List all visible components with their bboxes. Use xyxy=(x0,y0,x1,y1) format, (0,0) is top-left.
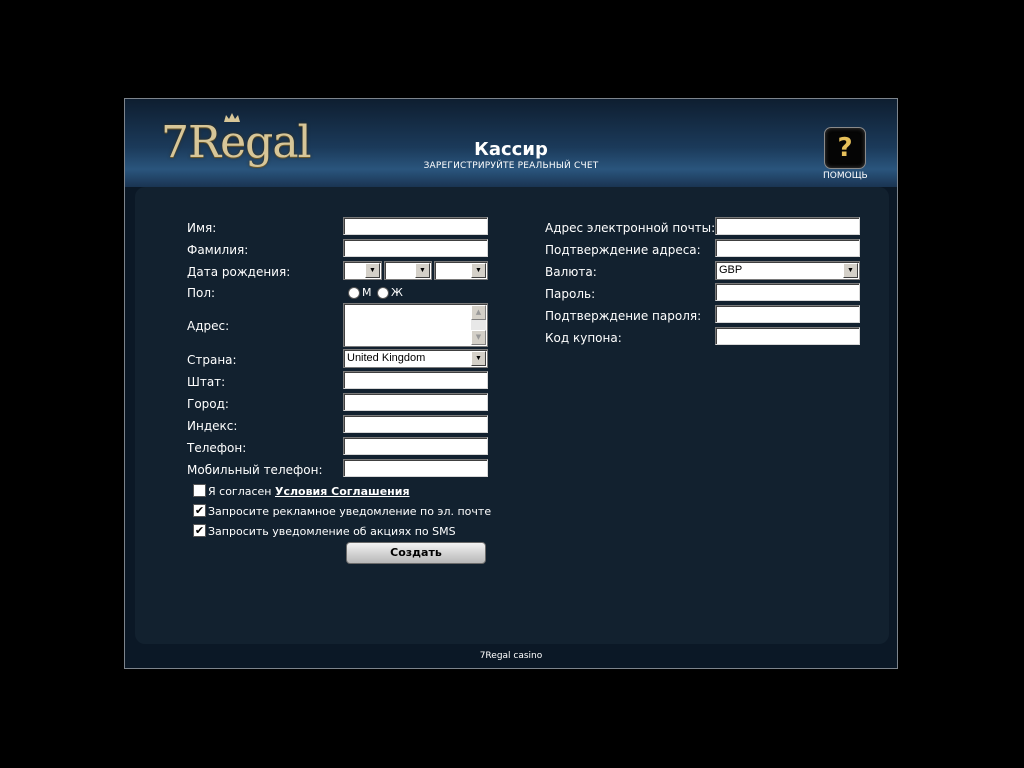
footer: 7Regal casino xyxy=(479,651,543,661)
gender-male-radio[interactable] xyxy=(348,287,360,299)
gender-male-label: М xyxy=(362,286,372,299)
city-label: Город: xyxy=(187,397,229,411)
zip-label: Индекс: xyxy=(187,419,238,433)
phone-field[interactable] xyxy=(343,437,488,455)
last-name-label: Фамилия: xyxy=(187,243,249,257)
scroll-up-icon[interactable]: ▲ xyxy=(471,305,486,320)
email-confirm-label: Подтверждение адреса: xyxy=(545,243,701,257)
last-name-field[interactable] xyxy=(343,239,488,257)
password-confirm-field[interactable] xyxy=(715,305,860,323)
email-field[interactable] xyxy=(715,217,860,235)
first-name-label: Имя: xyxy=(187,221,217,235)
sms-promo-checkbox[interactable]: ✔ xyxy=(193,524,206,537)
coupon-field[interactable] xyxy=(715,327,860,345)
city-field[interactable] xyxy=(343,393,488,411)
birth-year-select[interactable]: ▼ xyxy=(434,261,488,280)
email-promo-checkbox[interactable]: ✔ xyxy=(193,504,206,517)
agree-checkbox[interactable] xyxy=(193,484,206,497)
create-button[interactable]: Создать xyxy=(346,542,486,564)
sms-promo-label: Запросить уведомление об акциях по SMS xyxy=(208,525,456,538)
zip-field[interactable] xyxy=(343,415,488,433)
country-select[interactable]: United Kingdom ▼ xyxy=(343,349,488,368)
gender-female-radio[interactable] xyxy=(377,287,389,299)
cashier-window: 7Regal Кассир ЗАРЕГИСТРИРУЙТЕ РЕАЛЬНЫЙ С… xyxy=(124,98,898,669)
address-label: Адрес: xyxy=(187,319,230,333)
password-confirm-label: Подтверждение пароля: xyxy=(545,309,702,323)
chevron-down-icon[interactable]: ▼ xyxy=(843,263,858,278)
birth-month-select[interactable]: ▼ xyxy=(384,261,432,280)
address-scrollbar[interactable]: ▲ ▼ xyxy=(471,305,486,345)
help-label: ПОМОЩЬ xyxy=(823,171,868,181)
first-name-field[interactable] xyxy=(343,217,488,235)
terms-link[interactable]: Условия Соглашения xyxy=(275,485,410,498)
mobile-label: Мобильный телефон: xyxy=(187,463,323,477)
page-subtitle: ЗАРЕГИСТРИРУЙТЕ РЕАЛЬНЫЙ СЧЕТ xyxy=(423,161,599,171)
phone-label: Телефон: xyxy=(187,441,247,455)
header: 7Regal Кассир ЗАРЕГИСТРИРУЙТЕ РЕАЛЬНЫЙ С… xyxy=(125,99,897,187)
chevron-down-icon[interactable]: ▼ xyxy=(415,263,430,278)
currency-label: Валюта: xyxy=(545,265,597,279)
birthdate-label: Дата рождения: xyxy=(187,265,291,279)
chevron-down-icon[interactable]: ▼ xyxy=(365,263,380,278)
registration-form: Имя: Фамилия: Дата рождения: Пол: Адрес:… xyxy=(135,187,889,644)
coupon-label: Код купона: xyxy=(545,331,622,345)
email-confirm-field[interactable] xyxy=(715,239,860,257)
password-field[interactable] xyxy=(715,283,860,301)
agree-text: Я согласен xyxy=(208,485,272,498)
help-button[interactable]: ? ПОМОЩЬ xyxy=(823,127,868,181)
mobile-field[interactable] xyxy=(343,459,488,477)
agree-label: Я согласен Условия Соглашения xyxy=(208,485,410,498)
country-value: United Kingdom xyxy=(347,352,426,364)
address-field[interactable]: ▲ ▼ xyxy=(343,303,488,347)
scroll-down-icon[interactable]: ▼ xyxy=(471,330,486,345)
gender-label: Пол: xyxy=(187,286,216,300)
currency-select[interactable]: GBP ▼ xyxy=(715,261,860,280)
country-label: Страна: xyxy=(187,353,237,367)
help-icon[interactable]: ? xyxy=(824,127,866,169)
email-promo-label: Запросите рекламное уведомление по эл. п… xyxy=(208,505,492,518)
state-label: Штат: xyxy=(187,375,226,389)
password-label: Пароль: xyxy=(545,287,596,301)
gender-female-label: Ж xyxy=(391,286,403,299)
chevron-down-icon[interactable]: ▼ xyxy=(471,263,486,278)
chevron-down-icon[interactable]: ▼ xyxy=(471,351,486,366)
state-field[interactable] xyxy=(343,371,488,389)
currency-value: GBP xyxy=(719,264,743,276)
birth-day-select[interactable]: ▼ xyxy=(343,261,382,280)
page-title: Кассир xyxy=(474,139,548,160)
email-label: Адрес электронной почты: xyxy=(545,221,716,235)
